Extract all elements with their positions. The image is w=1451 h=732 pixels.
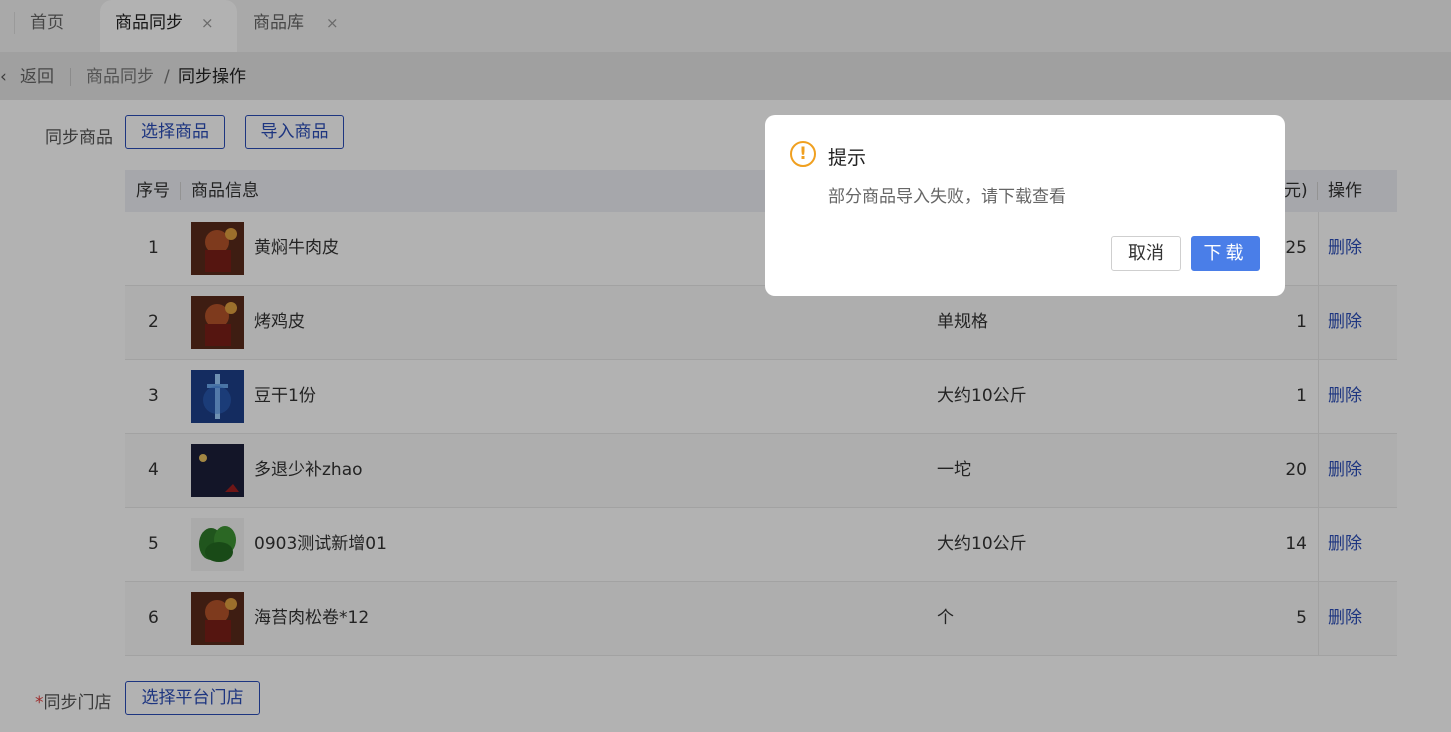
- confirm-dialog: ! 提示 部分商品导入失败，请下载查看 取消 下载: [765, 115, 1285, 296]
- modal-overlay[interactable]: [0, 0, 1451, 732]
- download-button[interactable]: 下载: [1191, 236, 1260, 271]
- dialog-title: 提示: [828, 147, 867, 169]
- cancel-button[interactable]: 取消: [1111, 236, 1181, 271]
- dialog-message: 部分商品导入失败，请下载查看: [828, 187, 1066, 207]
- warning-icon: !: [790, 141, 816, 167]
